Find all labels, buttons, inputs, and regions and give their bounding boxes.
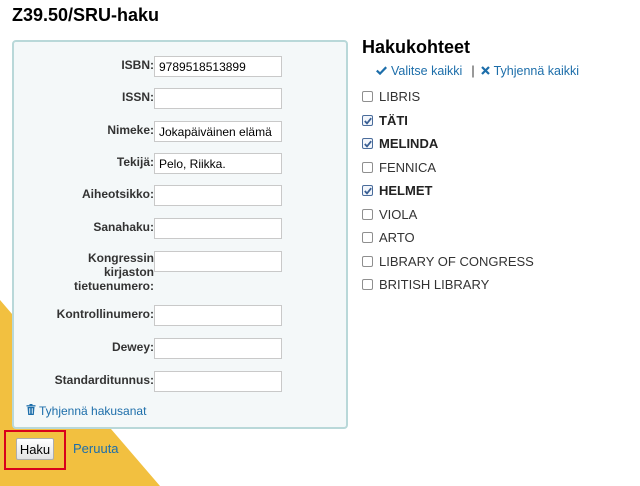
control-number-field[interactable] [154, 305, 282, 326]
title-field[interactable] [154, 121, 282, 142]
clear-search-terms-link[interactable]: Tyhjennä hakusanat [26, 404, 146, 418]
issn-label: ISSN: [121, 90, 154, 104]
selection-links: Valitse kaikki | Tyhjennä kaikki [376, 64, 632, 78]
check-icon [376, 64, 387, 78]
standard-id-label: Standarditunnus: [54, 373, 154, 387]
author-label: Tekijä: [116, 155, 154, 169]
target-checkbox[interactable] [362, 279, 373, 291]
subject-field[interactable] [154, 185, 282, 206]
target-name: VIOLA [379, 206, 418, 222]
title-label: Nimeke: [107, 123, 154, 137]
target-item[interactable]: BRITISH LIBRARY [362, 273, 632, 297]
links-separator: | [471, 64, 475, 78]
keyword-field[interactable] [154, 218, 282, 239]
target-name: HELMET [379, 183, 433, 199]
target-checkbox[interactable] [362, 91, 373, 103]
target-checkbox[interactable] [362, 161, 373, 173]
search-form: ISBN: ISSN: Nimeke: Tekijä: Aiheotsikko:… [12, 40, 348, 429]
search-targets-panel: Hakukohteet Valitse kaikki | Tyhjennä ka… [362, 37, 632, 297]
target-item[interactable]: TÄTI [362, 109, 632, 133]
isbn-field[interactable] [154, 56, 282, 77]
target-checkbox[interactable] [362, 114, 373, 126]
standard-id-field[interactable] [154, 371, 282, 392]
control-number-label: Kontrollinumero: [56, 307, 154, 321]
target-checkbox[interactable] [362, 255, 373, 267]
isbn-label: ISBN: [121, 58, 154, 72]
target-name: MELINDA [379, 136, 439, 152]
target-name: LIBRIS [379, 89, 421, 105]
targets-title: Hakukohteet [362, 37, 471, 57]
target-item[interactable]: VIOLA [362, 203, 632, 227]
target-name: FENNICA [379, 159, 437, 175]
clear-search-terms-label: Tyhjennä hakusanat [39, 404, 147, 418]
form-actions: Haku Peruuta [0, 430, 200, 480]
author-field[interactable] [154, 153, 282, 174]
target-checkbox[interactable] [362, 138, 373, 150]
trash-icon [26, 404, 36, 418]
target-checkbox[interactable] [362, 232, 373, 244]
subject-label: Aiheotsikko: [81, 187, 154, 201]
clear-all-link[interactable]: Tyhjennä kaikki [480, 64, 580, 78]
target-name: BRITISH LIBRARY [379, 277, 490, 293]
issn-field[interactable] [154, 88, 282, 109]
target-item[interactable]: HELMET [362, 179, 632, 203]
cancel-link[interactable]: Peruuta [73, 441, 119, 456]
dewey-field[interactable] [154, 338, 282, 359]
target-item[interactable]: LIBRIS [362, 85, 632, 109]
target-name: LIBRARY OF CONGRESS [379, 253, 534, 269]
target-name: ARTO [379, 230, 415, 246]
target-item[interactable]: ARTO [362, 226, 632, 250]
keyword-label: Sanahaku: [93, 220, 154, 234]
target-item[interactable]: LIBRARY OF CONGRESS [362, 250, 632, 274]
lccn-label: Kongressin kirjaston tietuenumero: [73, 251, 154, 293]
target-name: TÄTI [379, 112, 408, 128]
lccn-field[interactable] [154, 251, 282, 272]
target-item[interactable]: FENNICA [362, 156, 632, 180]
dewey-label: Dewey: [111, 340, 154, 354]
target-item[interactable]: MELINDA [362, 132, 632, 156]
target-checkbox[interactable] [362, 208, 373, 220]
target-list: LIBRIS TÄTI MELINDA FENNICA HELMET VIOLA ARTO L… [362, 85, 632, 297]
cross-icon [480, 64, 490, 78]
select-all-label: Valitse kaikki [391, 64, 463, 78]
select-all-link[interactable]: Valitse kaikki [376, 64, 462, 78]
target-checkbox[interactable] [362, 185, 373, 197]
search-button[interactable]: Haku [16, 438, 54, 460]
page-title: Z39.50/SRU-haku [12, 5, 160, 25]
clear-all-label: Tyhjennä kaikki [493, 64, 580, 78]
